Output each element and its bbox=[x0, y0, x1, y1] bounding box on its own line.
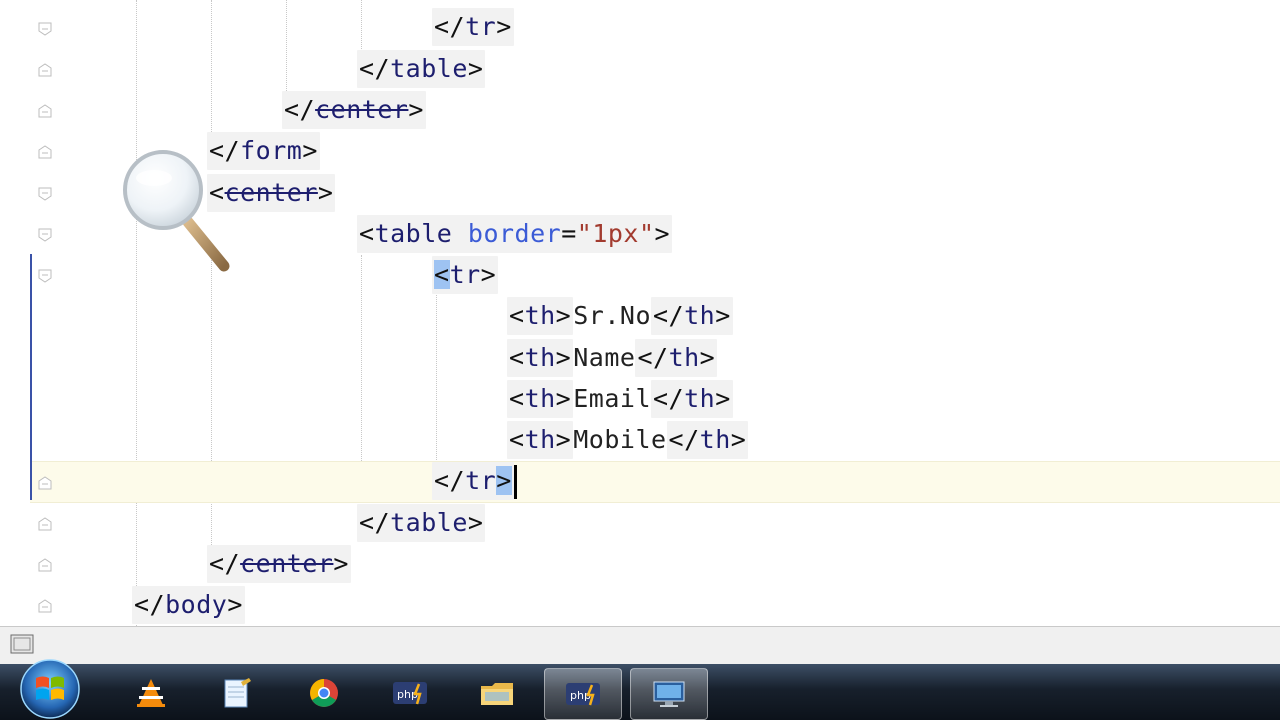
indent-guide bbox=[211, 255, 212, 555]
gutter-change-marker bbox=[30, 254, 32, 500]
tag-name: center bbox=[224, 178, 318, 207]
code-editor[interactable]: </tr> </table> </center> </form> <center… bbox=[0, 0, 1280, 626]
code-line[interactable]: </body> bbox=[132, 586, 245, 624]
vlc-icon bbox=[137, 679, 165, 707]
tag-name: th bbox=[668, 343, 700, 372]
tag-name: table bbox=[390, 54, 468, 83]
fold-end-icon[interactable] bbox=[38, 558, 52, 572]
fold-end-icon[interactable] bbox=[38, 145, 52, 159]
cell-text: Sr.No bbox=[573, 301, 651, 330]
fold-end-icon[interactable] bbox=[38, 517, 52, 531]
tag-name: center bbox=[315, 95, 409, 124]
fold-start-icon[interactable] bbox=[38, 269, 52, 283]
taskbar-button-chrome[interactable] bbox=[286, 668, 362, 718]
tag-name: tr bbox=[465, 12, 497, 41]
code-line[interactable]: <table border="1px"> bbox=[357, 215, 673, 253]
phpstorm-icon: php bbox=[393, 682, 427, 705]
indent-guide bbox=[136, 0, 137, 626]
tag-name: th bbox=[699, 425, 731, 454]
fold-start-icon[interactable] bbox=[38, 187, 52, 201]
cell-text: Email bbox=[573, 384, 651, 413]
ide-status-bar bbox=[0, 626, 1280, 665]
code-line[interactable]: </table> bbox=[357, 504, 486, 542]
indent-guide bbox=[436, 295, 437, 470]
current-line-highlight bbox=[30, 461, 1280, 503]
matched-bracket: < bbox=[434, 260, 450, 289]
text-caret bbox=[513, 465, 517, 499]
attribute-value: "1px" bbox=[576, 219, 655, 248]
cell-text: Mobile bbox=[573, 425, 667, 454]
fold-end-icon[interactable] bbox=[38, 63, 52, 77]
indent-guide bbox=[286, 0, 287, 95]
fold-end-icon[interactable] bbox=[38, 22, 52, 36]
tag-name: th bbox=[524, 384, 556, 413]
notepad-icon bbox=[224, 678, 251, 708]
tag-name: table bbox=[374, 219, 453, 248]
tag-name: tr bbox=[449, 260, 481, 289]
tag-name: form bbox=[240, 136, 303, 165]
fold-end-icon[interactable] bbox=[38, 104, 52, 118]
attribute-name: border bbox=[467, 219, 562, 248]
tool-window-toggle-icon[interactable] bbox=[10, 632, 34, 656]
fold-start-icon[interactable] bbox=[38, 228, 52, 242]
windows-start-orb-icon[interactable] bbox=[14, 658, 86, 720]
windows-taskbar: php php bbox=[0, 659, 1280, 720]
remote-desktop-icon bbox=[653, 681, 685, 707]
code-line-current[interactable]: </tr> bbox=[432, 462, 517, 500]
taskbar-button-remote-desktop[interactable] bbox=[630, 668, 708, 720]
code-line[interactable]: <th>Email</th> bbox=[507, 380, 733, 418]
chrome-icon bbox=[310, 679, 338, 707]
taskbar-button-explorer[interactable] bbox=[459, 668, 535, 718]
code-line[interactable]: </center> bbox=[282, 91, 426, 129]
code-line[interactable]: <th>Sr.No</th> bbox=[507, 297, 733, 335]
tag-name: table bbox=[390, 508, 468, 537]
tag-name: th bbox=[524, 301, 556, 330]
code-line[interactable]: </center> bbox=[207, 545, 351, 583]
indent-guide bbox=[211, 0, 212, 140]
explorer-folder-icon bbox=[481, 683, 513, 705]
taskbar-button-phpstorm[interactable]: php bbox=[372, 668, 448, 718]
magnifier-cursor-icon bbox=[123, 150, 230, 272]
phpstorm-icon: php bbox=[566, 683, 600, 706]
taskbar-button-vlc[interactable] bbox=[113, 668, 189, 718]
tag-name: body bbox=[165, 590, 228, 619]
matched-bracket: > bbox=[496, 466, 512, 495]
tag-name: th bbox=[524, 425, 556, 454]
fold-end-icon[interactable] bbox=[38, 476, 52, 490]
code-line[interactable]: </table> bbox=[357, 50, 486, 88]
code-line[interactable]: <th>Mobile</th> bbox=[507, 421, 749, 459]
tag-name: th bbox=[684, 301, 716, 330]
tag-name: center bbox=[240, 549, 334, 578]
indent-guide bbox=[361, 0, 362, 55]
code-line[interactable]: <tr> bbox=[432, 256, 499, 294]
code-line[interactable]: <th>Name</th> bbox=[507, 339, 718, 377]
tag-name: tr bbox=[465, 466, 497, 495]
tag-name: th bbox=[684, 384, 716, 413]
tag-name: th bbox=[524, 343, 556, 372]
taskbar-button-notepad[interactable] bbox=[198, 668, 274, 718]
fold-end-icon[interactable] bbox=[38, 599, 52, 613]
code-line[interactable]: </tr> bbox=[432, 8, 514, 46]
taskbar-button-phpstorm-active[interactable]: php bbox=[544, 668, 622, 720]
cell-text: Name bbox=[573, 343, 636, 372]
